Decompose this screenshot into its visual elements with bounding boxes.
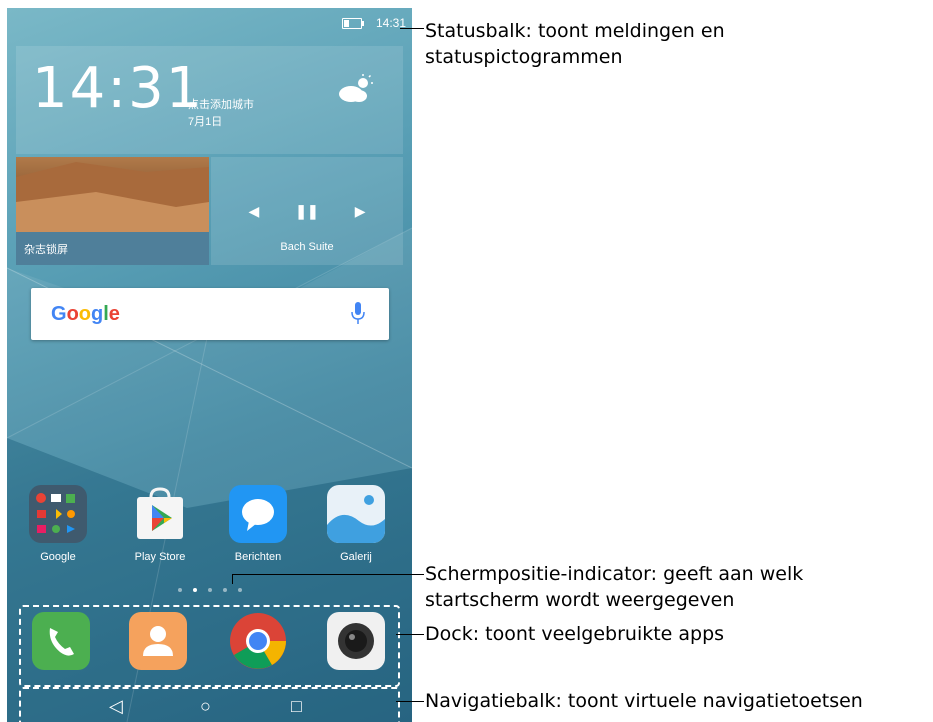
app-play-store[interactable]: Play Store (125, 485, 195, 563)
app-label: Google (40, 551, 76, 563)
page-dot (177, 588, 182, 592)
previous-track-button[interactable]: ◀ (248, 203, 259, 220)
weather-cloud-icon (339, 74, 373, 102)
microphone-icon[interactable] (351, 302, 365, 326)
indicator-callout: Schermpositie-indicator: geeft aan welk … (425, 563, 804, 611)
navbar-callout-line (396, 701, 424, 702)
page-dot (207, 588, 212, 592)
dock-callout: Dock: toont veelgebruikte apps (425, 623, 725, 645)
screen-position-indicator (7, 588, 412, 592)
pause-button[interactable]: ❚❚ (295, 203, 318, 220)
page-dot-active (192, 588, 197, 592)
battery-icon (342, 18, 364, 29)
indicator-callout-line-v (232, 574, 233, 584)
app-label: Berichten (234, 551, 282, 563)
dock-callout-line (396, 634, 424, 635)
navbar-highlight-box (19, 687, 400, 722)
track-title: Bach Suite (280, 241, 334, 253)
app-label: Galerij (340, 551, 372, 563)
music-widget: ◀ ❚❚ ▶ Bach Suite (211, 157, 403, 265)
navbar-callout: Navigatiebalk: toont virtuele navigatiet… (425, 690, 863, 712)
app-messages[interactable]: Berichten (223, 485, 293, 563)
statusbar-callout-line (400, 28, 424, 29)
statusbar-callout: Statusbalk: toont meldingen en statuspic… (425, 20, 725, 68)
app-gallery[interactable]: Galerij (321, 485, 391, 563)
play-store-icon (131, 485, 189, 543)
google-logo: Google (51, 303, 120, 325)
photo-widget-label: 杂志锁屏 (24, 244, 68, 256)
google-folder-icon (29, 485, 87, 543)
gallery-icon (327, 485, 385, 543)
page-dot (237, 588, 242, 592)
next-track-button[interactable]: ▶ (355, 203, 366, 220)
date-label: 7月1日 (188, 116, 223, 128)
app-label: Play Store (134, 551, 186, 563)
dock-highlight-box (19, 605, 400, 687)
google-search-bar[interactable]: Google (31, 288, 389, 340)
magazine-unlock-widget[interactable]: 杂志锁屏 (16, 157, 209, 265)
app-google[interactable]: Google (23, 485, 93, 563)
clock-widget[interactable]: 14:31 点击添加城市 7月1日 (16, 46, 403, 154)
page-dot (222, 588, 227, 592)
messages-icon (229, 485, 287, 543)
status-bar: 14:31 (7, 8, 412, 38)
indicator-callout-line (232, 574, 424, 575)
phone-screen: 14:31 14:31 点击添加城市 7月1日 杂志锁屏 ◀ ❚❚ ▶ Bach… (7, 8, 412, 722)
clock-time: 14:31 (32, 56, 204, 121)
city-label[interactable]: 点击添加城市 (188, 96, 254, 112)
